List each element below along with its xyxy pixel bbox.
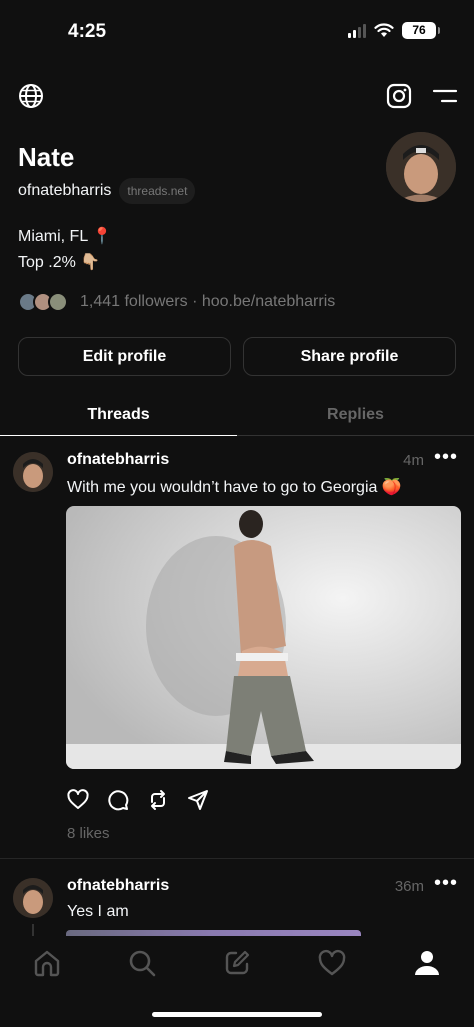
comment-icon[interactable] [106,788,130,812]
post-time: 36m [394,878,424,895]
like-icon[interactable] [66,788,90,812]
post-text: With me you wouldn’t have to go to Georg… [67,479,402,496]
home-icon[interactable] [32,948,62,978]
status-bar: 4:25 76 [0,0,474,60]
bio-text: Top .2% 👇🏼 [18,254,101,271]
tab-replies[interactable]: Replies [237,394,474,435]
status-icons: 76 [348,22,440,39]
tab-threads[interactable]: Threads [0,394,237,436]
bio-location: Miami, FL 📍 [18,228,112,245]
followers-link[interactable]: 1,441 followers · hoo.be/natebharris [80,293,335,311]
post-username[interactable]: ofnatebharris [67,877,169,895]
share-icon[interactable] [186,788,210,812]
activity-heart-icon[interactable] [317,948,347,978]
battery-indicator: 76 [402,22,440,39]
profile-tabs: Threads Replies [0,394,474,436]
edit-profile-button[interactable]: Edit profile [18,337,231,376]
follower-avatars [18,290,72,314]
post-text: Yes I am [67,903,129,920]
post-actions [66,788,210,812]
menu-icon[interactable] [432,86,458,106]
profile-icon[interactable] [412,948,442,978]
post-image[interactable] [66,506,461,769]
post-divider [0,858,474,859]
profile-actions: Edit profile Share profile [18,337,456,376]
instagram-icon[interactable] [386,83,412,109]
search-icon[interactable] [127,948,157,978]
domain-badge[interactable]: threads.net [119,178,196,204]
compose-icon[interactable] [222,948,252,978]
top-nav [0,80,474,116]
signal-icon [348,23,366,38]
home-indicator [152,1012,322,1017]
more-options-icon[interactable]: ••• [434,446,458,469]
post-avatar[interactable] [13,878,53,918]
followers-row[interactable]: 1,441 followers · hoo.be/natebharris [18,290,335,314]
profile-name: Nate [18,142,75,172]
post-time: 4m [403,452,424,469]
post-avatar[interactable] [13,452,53,492]
more-options-icon[interactable]: ••• [434,872,458,895]
repost-icon[interactable] [146,788,170,812]
status-time: 4:25 [68,21,107,42]
thread-line [32,924,34,936]
globe-icon[interactable] [18,83,44,109]
share-profile-button[interactable]: Share profile [243,337,456,376]
profile-handle: ofnatebharris [18,182,112,199]
likes-count[interactable]: 8 likes [67,825,110,842]
wifi-icon [374,23,394,37]
post-username[interactable]: ofnatebharris [67,451,169,469]
profile-avatar[interactable] [386,132,456,202]
handle-row: ofnatebharris threads.net [18,178,196,204]
